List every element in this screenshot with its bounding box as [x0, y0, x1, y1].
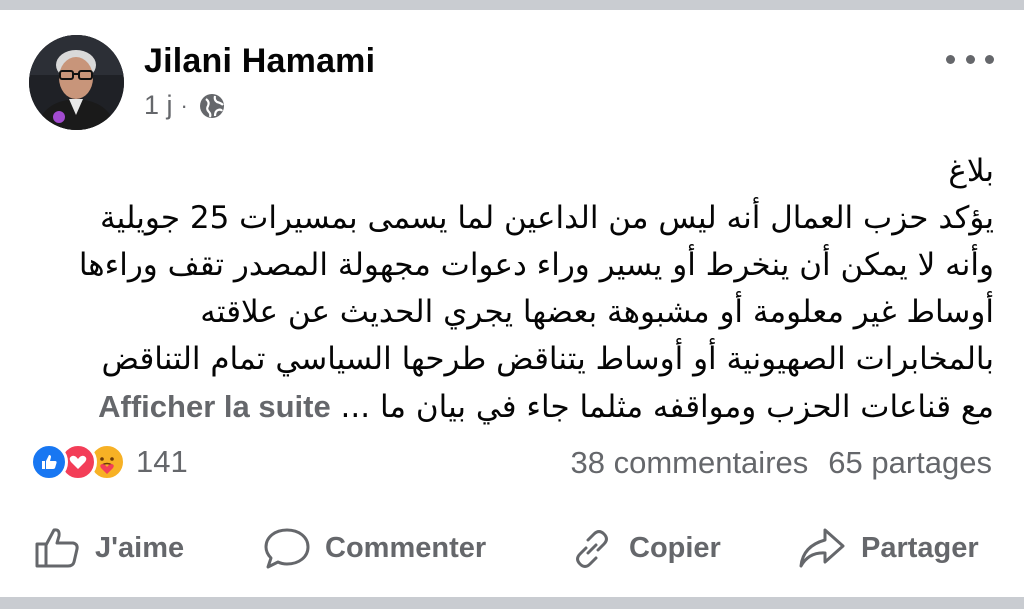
like-reaction-icon: [30, 443, 68, 481]
post-text-line: وأنه لا يمكن أن ينخرط أو يسير وراء دعوات…: [78, 247, 994, 283]
like-button[interactable]: J'aime: [33, 518, 184, 578]
author-name[interactable]: Jilani Hamami: [144, 42, 375, 81]
post-text-line: بلاغ: [948, 153, 994, 189]
link-icon: [576, 530, 608, 568]
avatar-image: [29, 35, 124, 130]
more-horizontal-icon: [965, 54, 975, 64]
comment-bubble-icon: [264, 528, 310, 569]
more-horizontal-icon: [985, 54, 994, 64]
engagement-stats: 38 commentaires 65 partages: [570, 445, 992, 481]
reaction-count: 141: [136, 444, 188, 479]
copy-label: Copier: [629, 531, 721, 564]
author-avatar[interactable]: [29, 35, 124, 130]
more-options-button[interactable]: [946, 44, 994, 74]
globe-icon: [199, 93, 224, 118]
post-actions-bar: J'aime Commenter Copier Partager: [0, 518, 1024, 578]
comment-label: Commenter: [325, 531, 487, 564]
more-horizontal-icon: [946, 54, 955, 64]
like-label: J'aime: [95, 531, 185, 564]
see-more-link[interactable]: Afficher la suite: [98, 389, 331, 424]
post-text-line: مع قناعات الحزب ومواقفه مثلما جاء في بيا…: [340, 389, 994, 425]
copy-button[interactable]: Copier: [569, 518, 721, 578]
share-button[interactable]: Partager: [797, 518, 979, 578]
reactions-summary[interactable]: 141: [30, 443, 188, 481]
shares-count[interactable]: 65 partages: [828, 445, 992, 481]
share-label: Partager: [861, 531, 979, 564]
thumbs-up-icon: [35, 528, 79, 568]
bottom-divider: [0, 597, 1024, 609]
post-meta: 1 j ·: [144, 90, 226, 121]
meta-separator: ·: [180, 92, 188, 118]
post-text-line: بالمخابرات الصهيونية أو أوساط يتناقض طرح…: [101, 341, 995, 377]
share-arrow-icon: [799, 528, 845, 568]
comments-count[interactable]: 38 commentaires: [570, 445, 808, 481]
comment-button[interactable]: Commenter: [263, 518, 486, 578]
top-divider: [0, 0, 1024, 10]
post-text-line: أوساط غير معلومة أو مشبوهة بعضها يجري ال…: [200, 294, 994, 330]
post-timestamp[interactable]: 1 j: [144, 90, 173, 121]
post-text-line: يؤكد حزب العمال أنه ليس من الداعين لما ي…: [99, 200, 994, 236]
post-text-last-line: مع قناعات الحزب ومواقفه مثلما جاء في بيا…: [24, 383, 994, 431]
post-text: بلاغ يؤكد حزب العمال أنه ليس من الداعين …: [24, 148, 994, 431]
